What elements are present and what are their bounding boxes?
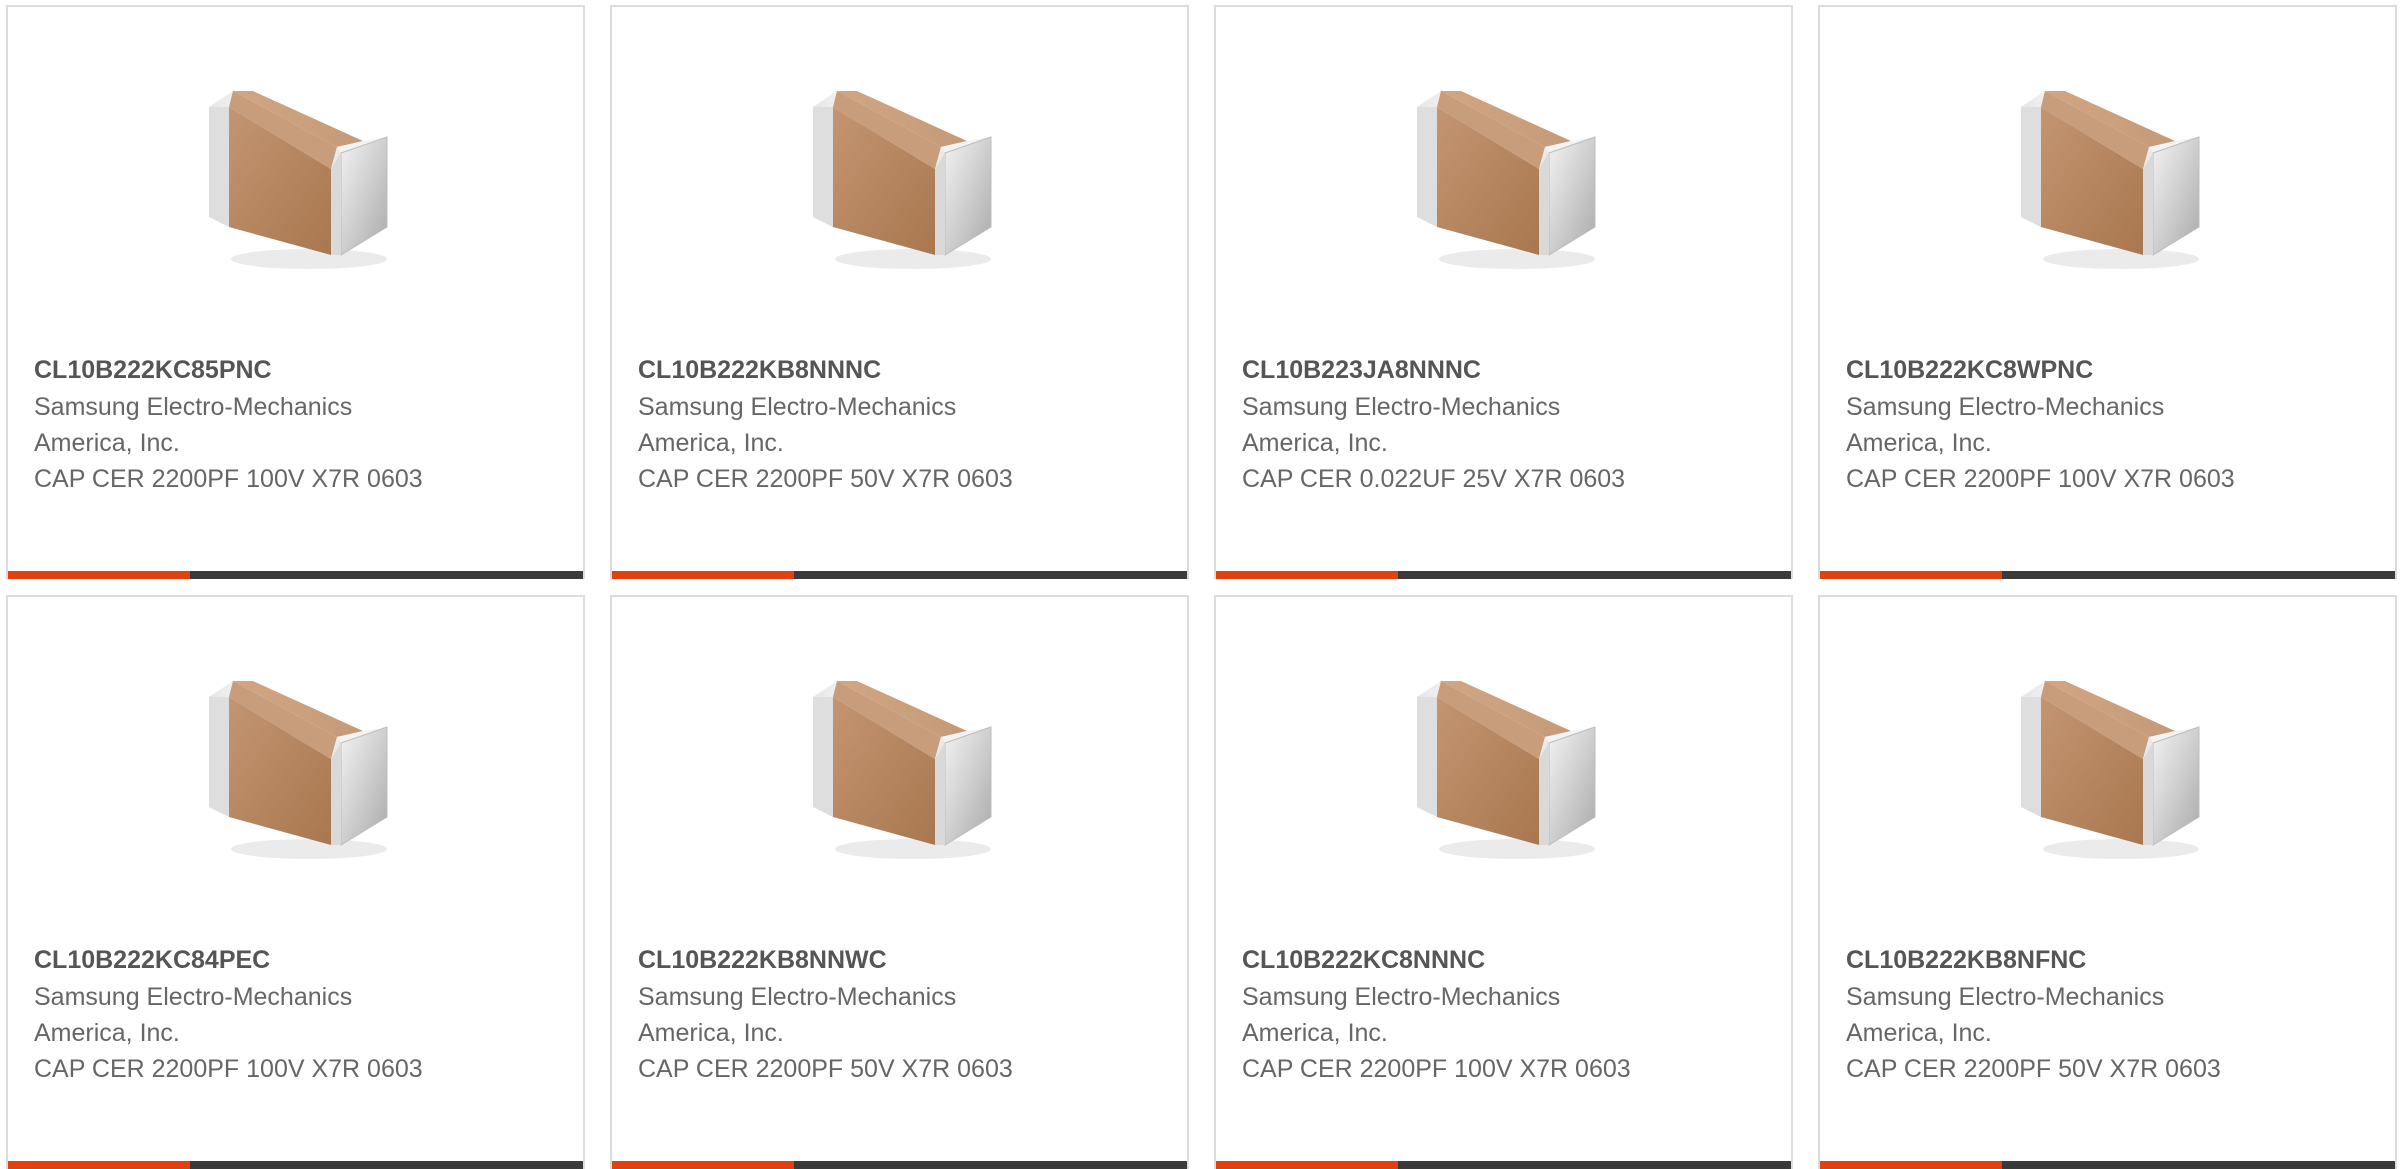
ceramic-capacitor-image[interactable] bbox=[1216, 67, 1791, 287]
manufacturer-name: Samsung Electro-Mechanics America, Inc. bbox=[1242, 393, 1561, 457]
product-description: CAP CER 2200PF 50V X7R 0603 bbox=[1846, 1055, 2221, 1083]
card-bar-accent bbox=[1216, 571, 1398, 579]
product-description: CAP CER 0.022UF 25V X7R 0603 bbox=[1242, 465, 1626, 493]
product-info: CL10B222KC8WPNC Samsung Electro-Mechanic… bbox=[1846, 352, 2236, 497]
product-description: CAP CER 2200PF 50V X7R 0603 bbox=[638, 1055, 1013, 1083]
manufacturer-name: Samsung Electro-Mechanics America, Inc. bbox=[1846, 983, 2165, 1047]
product-grid: CL10B222KC85PNC Samsung Electro-Mechanic… bbox=[6, 5, 2397, 1169]
ceramic-capacitor-image[interactable] bbox=[1820, 657, 2395, 877]
card-progress-bar bbox=[612, 1161, 1187, 1169]
product-info: CL10B222KC8NNNC Samsung Electro-Mechanic… bbox=[1242, 942, 1632, 1087]
product-description: CAP CER 2200PF 100V X7R 0603 bbox=[34, 1055, 423, 1083]
card-bar-accent bbox=[8, 1161, 190, 1169]
manufacturer-name: Samsung Electro-Mechanics America, Inc. bbox=[34, 983, 353, 1047]
product-description: CAP CER 2200PF 50V X7R 0603 bbox=[638, 465, 1013, 493]
product-card-3[interactable]: CL10B223JA8NNNC Samsung Electro-Mechanic… bbox=[1214, 5, 1793, 579]
part-number[interactable]: CL10B222KB8NNNC bbox=[638, 352, 1028, 388]
ceramic-capacitor-image[interactable] bbox=[612, 657, 1187, 877]
part-number[interactable]: CL10B222KC8NNNC bbox=[1242, 942, 1632, 978]
ceramic-capacitor-image[interactable] bbox=[8, 67, 583, 287]
card-progress-bar bbox=[1820, 1161, 2395, 1169]
card-bar-accent bbox=[1820, 1161, 2002, 1169]
product-card-2[interactable]: CL10B222KB8NNNC Samsung Electro-Mechanic… bbox=[610, 5, 1189, 579]
product-info: CL10B223JA8NNNC Samsung Electro-Mechanic… bbox=[1242, 352, 1632, 497]
product-card-1[interactable]: CL10B222KC85PNC Samsung Electro-Mechanic… bbox=[6, 5, 585, 579]
product-card-6[interactable]: CL10B222KB8NNWC Samsung Electro-Mechanic… bbox=[610, 595, 1189, 1169]
ceramic-capacitor-image[interactable] bbox=[1216, 657, 1791, 877]
card-progress-bar bbox=[1216, 571, 1791, 579]
card-progress-bar bbox=[8, 571, 583, 579]
product-card-5[interactable]: CL10B222KC84PEC Samsung Electro-Mechanic… bbox=[6, 595, 585, 1169]
ceramic-capacitor-image[interactable] bbox=[612, 67, 1187, 287]
product-info: CL10B222KC84PEC Samsung Electro-Mechanic… bbox=[34, 942, 424, 1087]
manufacturer-name: Samsung Electro-Mechanics America, Inc. bbox=[1846, 393, 2165, 457]
ceramic-capacitor-image[interactable] bbox=[8, 657, 583, 877]
product-description: CAP CER 2200PF 100V X7R 0603 bbox=[1846, 465, 2235, 493]
product-info: CL10B222KB8NFNC Samsung Electro-Mechanic… bbox=[1846, 942, 2236, 1087]
card-bar-accent bbox=[8, 571, 190, 579]
product-description: CAP CER 2200PF 100V X7R 0603 bbox=[34, 465, 423, 493]
part-number[interactable]: CL10B222KB8NNWC bbox=[638, 942, 1028, 978]
product-card-8[interactable]: CL10B222KB8NFNC Samsung Electro-Mechanic… bbox=[1818, 595, 2397, 1169]
part-number[interactable]: CL10B223JA8NNNC bbox=[1242, 352, 1632, 388]
product-info: CL10B222KB8NNWC Samsung Electro-Mechanic… bbox=[638, 942, 1028, 1087]
card-bar-accent bbox=[612, 571, 794, 579]
part-number[interactable]: CL10B222KC85PNC bbox=[34, 352, 424, 388]
product-card-7[interactable]: CL10B222KC8NNNC Samsung Electro-Mechanic… bbox=[1214, 595, 1793, 1169]
part-number[interactable]: CL10B222KC8WPNC bbox=[1846, 352, 2236, 388]
manufacturer-name: Samsung Electro-Mechanics America, Inc. bbox=[638, 393, 957, 457]
card-progress-bar bbox=[612, 571, 1187, 579]
product-info: CL10B222KC85PNC Samsung Electro-Mechanic… bbox=[34, 352, 424, 497]
card-bar-accent bbox=[612, 1161, 794, 1169]
manufacturer-name: Samsung Electro-Mechanics America, Inc. bbox=[1242, 983, 1561, 1047]
card-bar-accent bbox=[1820, 571, 2002, 579]
part-number[interactable]: CL10B222KB8NFNC bbox=[1846, 942, 2236, 978]
product-card-4[interactable]: CL10B222KC8WPNC Samsung Electro-Mechanic… bbox=[1818, 5, 2397, 579]
part-number[interactable]: CL10B222KC84PEC bbox=[34, 942, 424, 978]
card-bar-accent bbox=[1216, 1161, 1398, 1169]
card-progress-bar bbox=[8, 1161, 583, 1169]
manufacturer-name: Samsung Electro-Mechanics America, Inc. bbox=[638, 983, 957, 1047]
ceramic-capacitor-image[interactable] bbox=[1820, 67, 2395, 287]
product-description: CAP CER 2200PF 100V X7R 0603 bbox=[1242, 1055, 1631, 1083]
card-progress-bar bbox=[1216, 1161, 1791, 1169]
manufacturer-name: Samsung Electro-Mechanics America, Inc. bbox=[34, 393, 353, 457]
card-progress-bar bbox=[1820, 571, 2395, 579]
product-info: CL10B222KB8NNNC Samsung Electro-Mechanic… bbox=[638, 352, 1028, 497]
